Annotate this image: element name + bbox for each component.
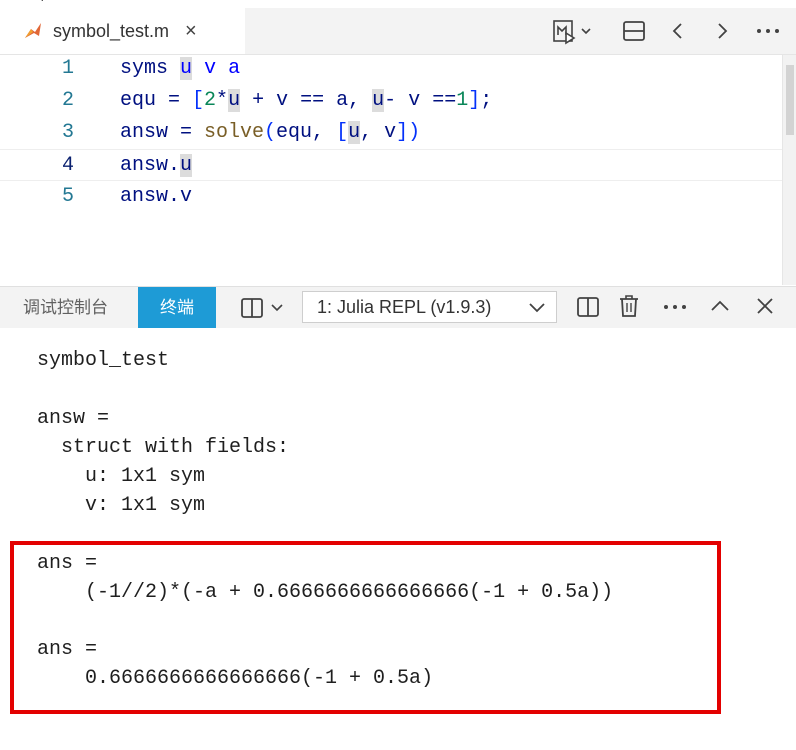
terminal-line: struct with fields: (37, 436, 290, 459)
terminal-line: v: 1x1 sym (37, 494, 206, 517)
code-line-1: 1 syms u v a (0, 53, 782, 85)
editor-tab-bar: symbol_test.m × (0, 8, 796, 55)
layout-icon[interactable] (240, 297, 288, 319)
code-line-2: 2 equ = [2*u + v == a, u- v ==1]; (0, 85, 782, 117)
tab-filename: symbol_test.m (53, 20, 170, 41)
chevron-left-icon[interactable] (670, 21, 686, 41)
split-terminal-icon[interactable] (576, 296, 600, 318)
code-text: answ.u (120, 154, 193, 177)
tab-debug-console[interactable]: 调试控制台 (23, 287, 108, 328)
split-editor-icon[interactable] (622, 20, 646, 42)
scrollbar-thumb[interactable] (786, 65, 794, 135)
code-line-3: 3 answ = solve(equ, [u, v]) (0, 117, 782, 149)
terminal-select[interactable]: 1: Julia REPL (v1.9.3) (302, 291, 557, 323)
close-icon[interactable] (756, 297, 774, 315)
chevron-up-icon[interactable] (710, 298, 730, 314)
terminal-line: u: 1x1 sym (37, 465, 206, 488)
code-line-4: 4 answ.u (0, 149, 782, 181)
line-number: 2 (61, 89, 74, 112)
code-text: answ.v (120, 185, 193, 208)
panel-header: 调试控制台 终端 1: Julia REPL (v1.9.3) (0, 286, 796, 329)
more-actions-icon[interactable] (663, 304, 687, 310)
line-number: 3 (61, 121, 74, 144)
top-menu-strip: · (0, 0, 796, 8)
highlight-box (10, 541, 721, 714)
chevron-right-icon[interactable] (714, 21, 730, 41)
editor-tab-symbol-test[interactable]: symbol_test.m × (0, 8, 245, 54)
line-number: 4 (61, 154, 74, 177)
code-text: answ = solve(equ, [u, v]) (120, 121, 421, 144)
trash-icon[interactable] (618, 294, 640, 318)
code-text: equ = [2*u + v == a, u- v ==1]; (120, 89, 493, 112)
line-number: 1 (61, 57, 74, 80)
code-line-5: 5 answ.v (0, 181, 782, 213)
code-text: syms u v a (120, 57, 241, 80)
chevron-down-icon (529, 303, 545, 313)
code-editor[interactable]: 1 syms u v a 2 equ = [2*u + v == a, u- v… (0, 55, 796, 285)
editor-scrollbar[interactable] (782, 55, 796, 285)
close-icon[interactable]: × (185, 20, 197, 43)
more-actions-icon[interactable] (756, 28, 780, 34)
terminal-line: symbol_test (37, 349, 170, 372)
run-preview-icon[interactable] (552, 19, 594, 45)
terminal-line: answ = (37, 407, 110, 430)
terminal-select-value: 1: Julia REPL (v1.9.3) (317, 297, 492, 317)
matlab-file-icon (25, 23, 41, 38)
tab-terminal[interactable]: 终端 (138, 287, 216, 328)
line-number: 5 (61, 185, 74, 208)
